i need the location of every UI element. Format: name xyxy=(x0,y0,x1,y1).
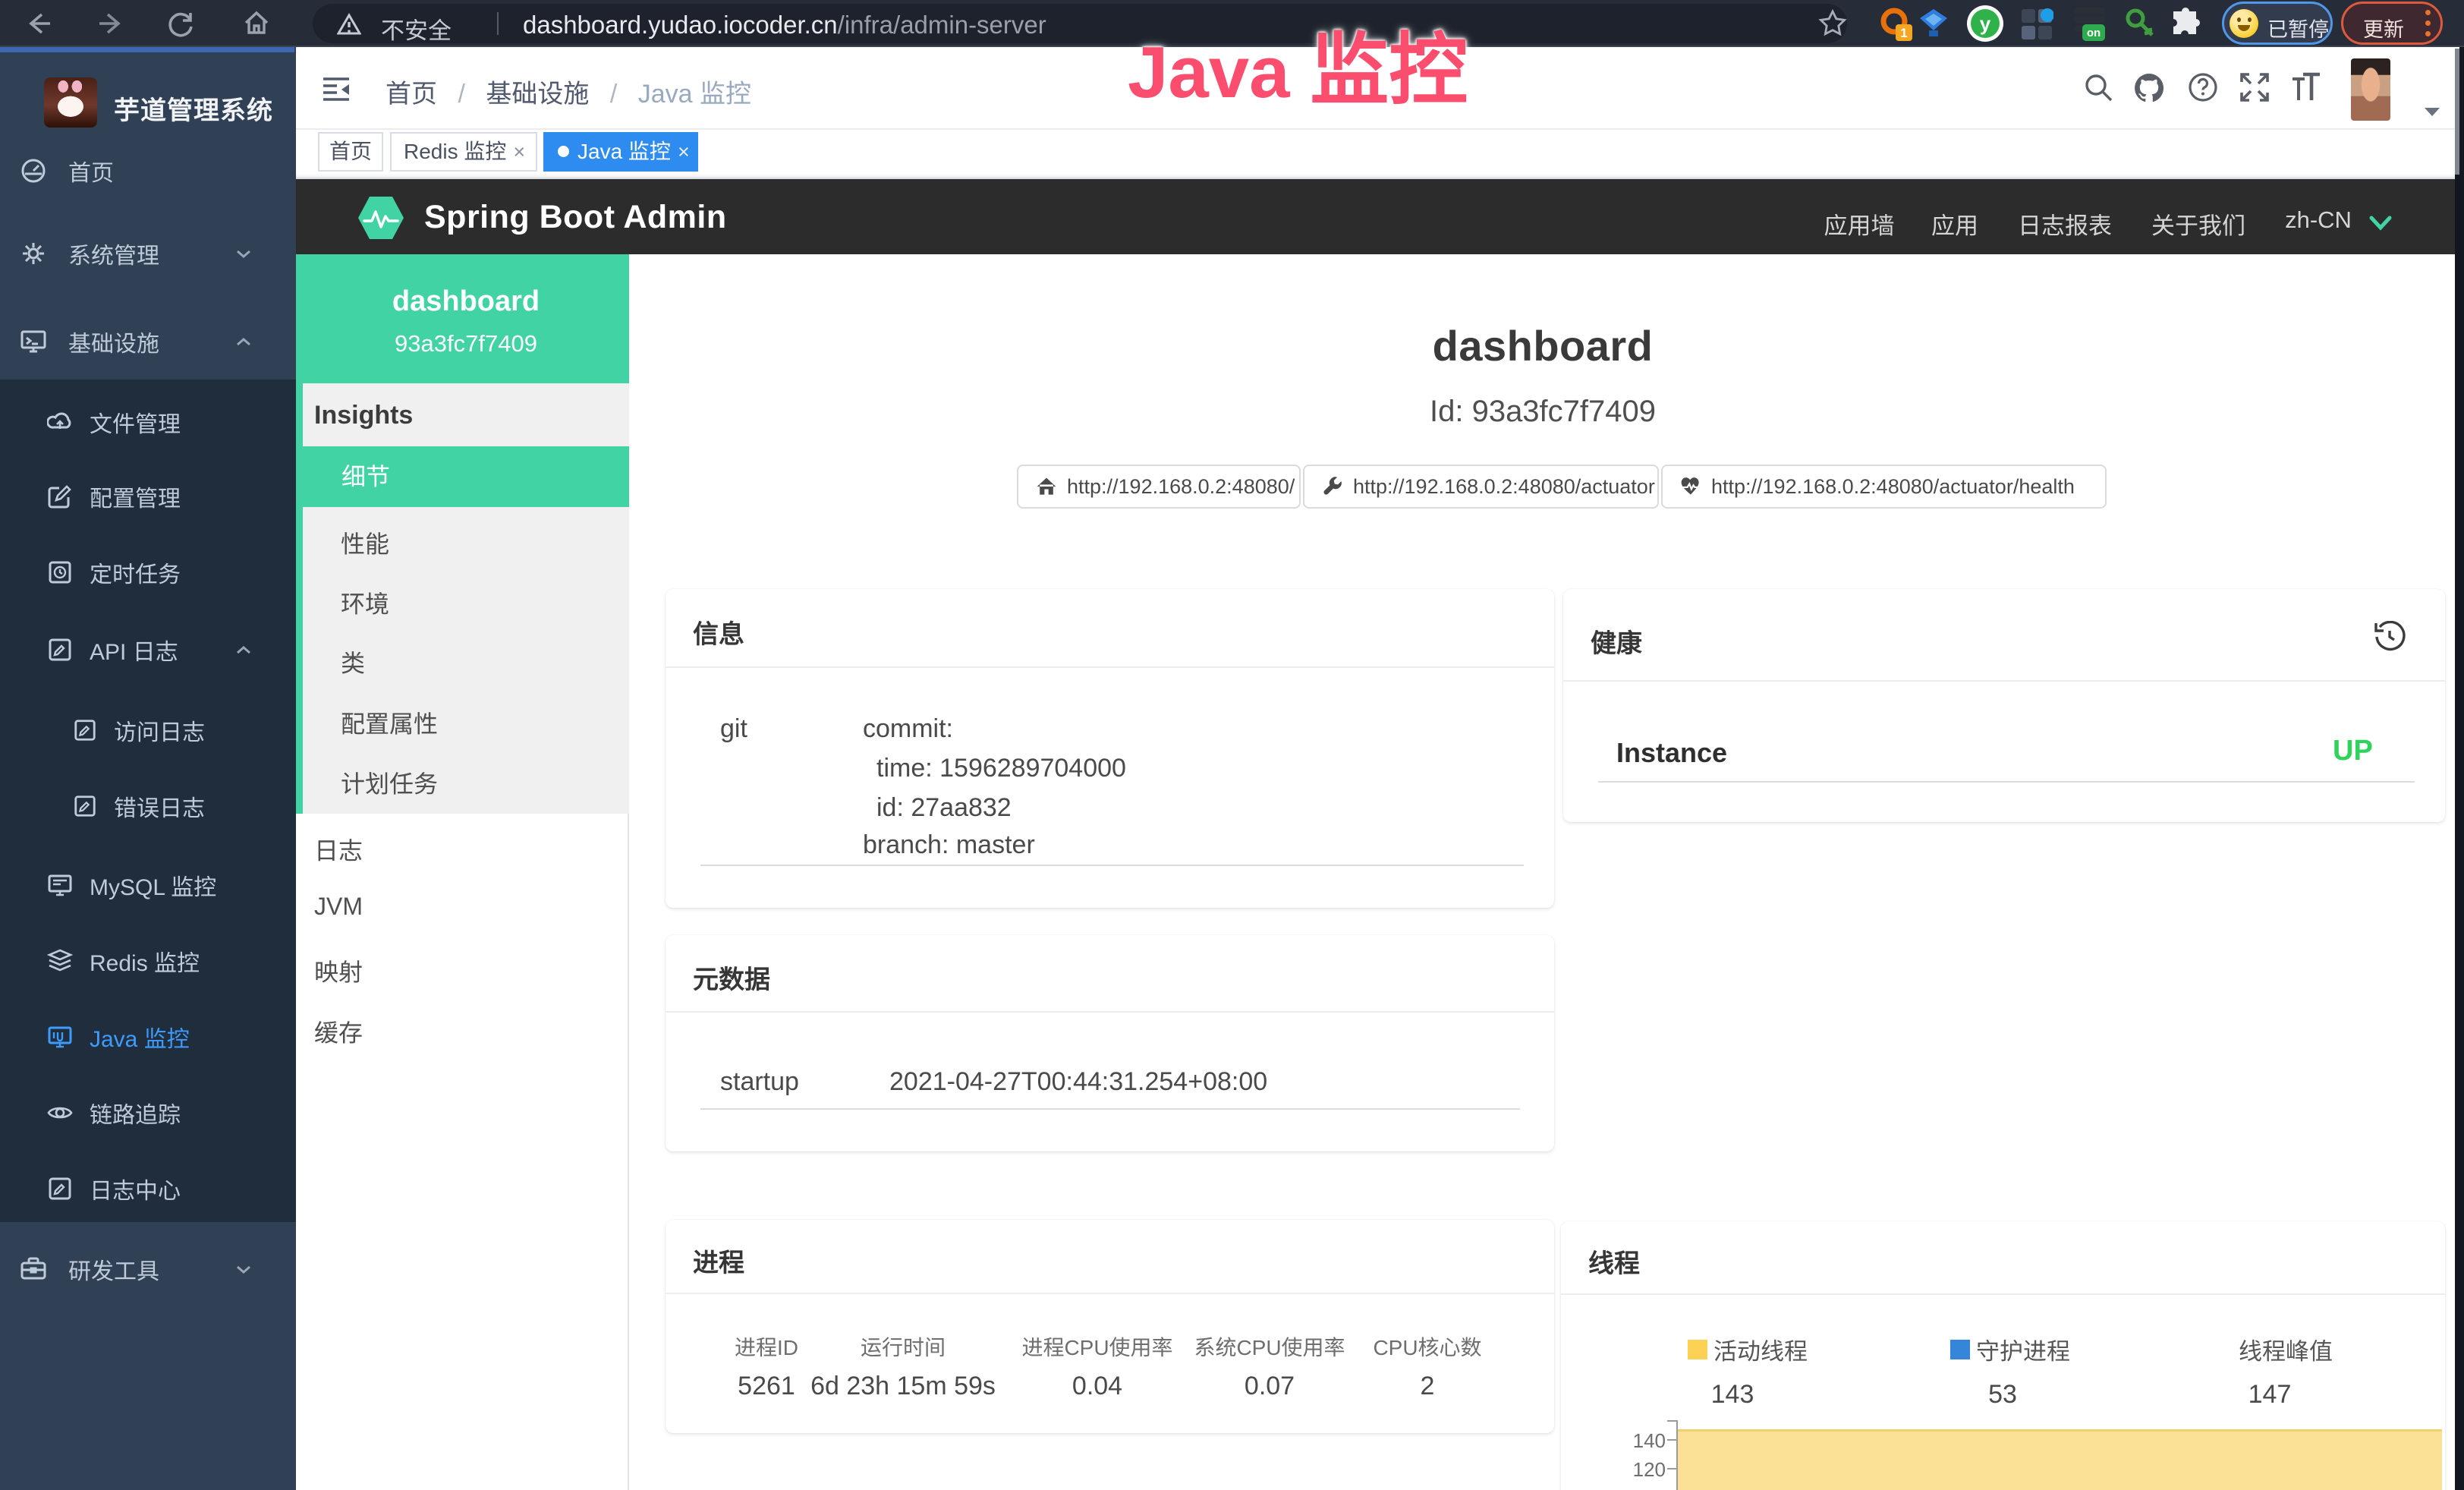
svg-text:on: on xyxy=(2087,27,2101,39)
svg-text:1: 1 xyxy=(1900,26,1907,40)
